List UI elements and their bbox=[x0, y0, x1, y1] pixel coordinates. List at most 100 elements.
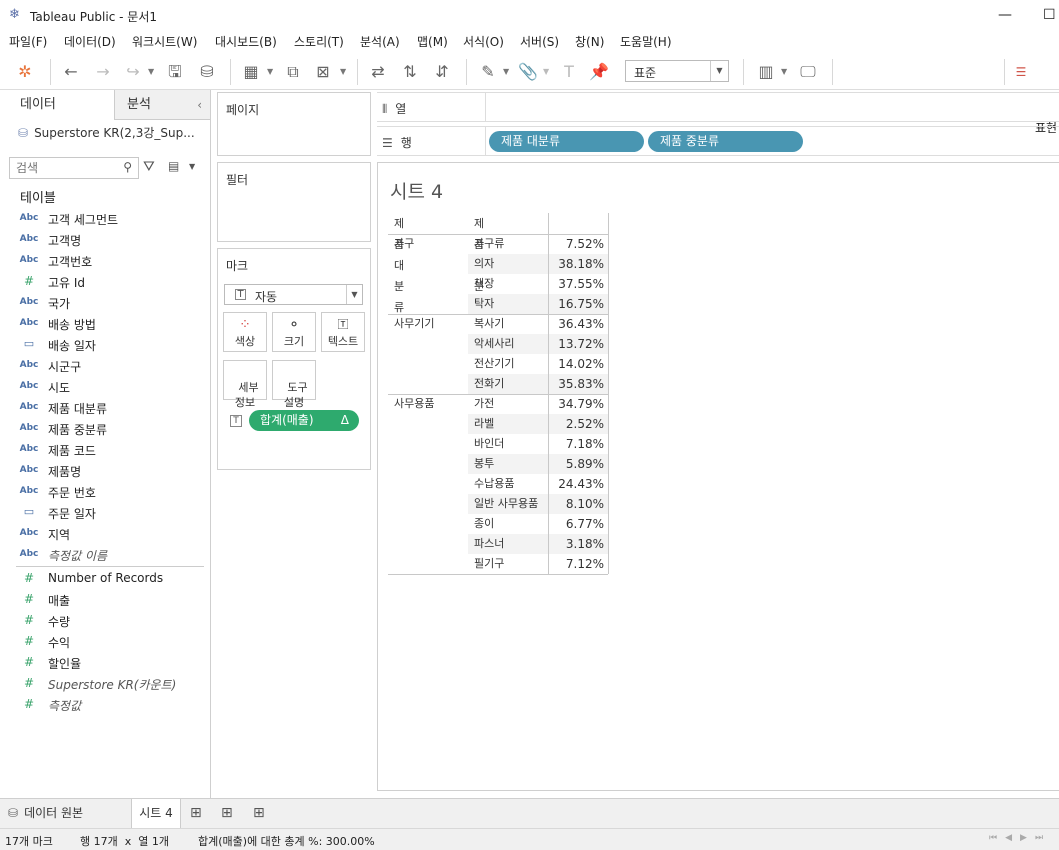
category-label[interactable]: 사무용품 bbox=[394, 394, 468, 414]
subcategory-label[interactable]: 종이 bbox=[468, 514, 548, 534]
clear-sheet-icon[interactable]: ⊠ bbox=[312, 62, 334, 82]
rows-shelf[interactable]: ☰ 행 제품 대분류 제품 중분류 bbox=[377, 126, 1059, 156]
tableau-home-icon[interactable]: ✲ bbox=[14, 62, 36, 82]
dimension-field[interactable]: Abc 제품 중분류 bbox=[16, 419, 206, 440]
sheet-nav-icons[interactable]: ⏮◀▶⏭ bbox=[989, 833, 1051, 843]
subcategory-label[interactable]: 전화기 bbox=[468, 374, 548, 394]
sales-percent-value[interactable]: 24.43% bbox=[548, 474, 608, 494]
category-label[interactable]: 사무기기 bbox=[394, 314, 468, 334]
menu-format[interactable]: 서식(O) bbox=[463, 33, 504, 50]
tab-analysis[interactable]: 분석 ‹ bbox=[114, 90, 210, 120]
highlight-icon[interactable]: ✎ bbox=[477, 62, 499, 82]
sales-percent-value[interactable]: 35.83% bbox=[548, 374, 608, 394]
datasource-item[interactable]: ⛁ Superstore KR(2,3강_Sup... bbox=[18, 124, 195, 141]
measure-field[interactable]: # 할인율 bbox=[16, 653, 206, 674]
measure-field[interactable]: # Number of Records bbox=[16, 569, 206, 590]
size-button[interactable]: ⚬ 크기 bbox=[272, 312, 316, 352]
view-mode-select[interactable]: 표준 ▼ bbox=[625, 60, 729, 82]
new-worksheet-tab-icon[interactable]: ⊞ bbox=[190, 799, 202, 828]
sales-percent-value[interactable]: 5.89% bbox=[548, 454, 608, 474]
sales-percent-value[interactable]: 38.18% bbox=[548, 254, 608, 274]
sales-percent-value[interactable]: 16.75% bbox=[548, 294, 608, 314]
dimension-field[interactable]: Abc 시군구 bbox=[16, 356, 206, 377]
dimension-field[interactable]: Abc 시도 bbox=[16, 377, 206, 398]
dimension-field[interactable]: Abc 제품 대분류 bbox=[16, 398, 206, 419]
sales-percent-value[interactable]: 6.77% bbox=[548, 514, 608, 534]
detail-button[interactable]: 세부 정보 bbox=[223, 360, 267, 409]
presentation-mode-icon[interactable]: 🖵 bbox=[796, 62, 820, 82]
maximize-icon[interactable]: ☐ bbox=[1043, 7, 1056, 23]
dimension-field[interactable]: Abc 지역 bbox=[16, 524, 206, 545]
sales-percent-value[interactable]: 36.43% bbox=[548, 314, 608, 334]
sales-percent-value[interactable]: 2.52% bbox=[548, 414, 608, 434]
tooltip-button[interactable]: 도구 설명 bbox=[272, 360, 316, 409]
swap-rows-columns-icon[interactable]: ⇄ bbox=[367, 62, 389, 82]
subcategory-label[interactable]: 탁자 bbox=[468, 294, 548, 314]
menu-server[interactable]: 서버(S) bbox=[520, 33, 559, 50]
menu-map[interactable]: 맵(M) bbox=[417, 33, 448, 50]
menu-dashboard[interactable]: 대시보드(B) bbox=[215, 33, 277, 50]
sales-percent-value[interactable]: 34.79% bbox=[548, 394, 608, 414]
mark-type-select[interactable]: T 자동 ▼ bbox=[224, 284, 363, 305]
redo-icon[interactable]: → bbox=[92, 62, 114, 82]
view-options-icon[interactable]: ▤ bbox=[168, 159, 179, 173]
group-dropdown-icon[interactable]: ▼ bbox=[543, 62, 549, 82]
new-worksheet-dropdown-icon[interactable]: ▼ bbox=[267, 62, 273, 82]
replay-dropdown-icon[interactable]: ▼ bbox=[148, 62, 154, 82]
dimension-field[interactable]: Abc 고객번호 bbox=[16, 251, 206, 272]
subcategory-label[interactable]: 가구류 bbox=[468, 234, 548, 254]
minimize-icon[interactable]: — bbox=[998, 7, 1012, 23]
menu-help[interactable]: 도움말(H) bbox=[620, 33, 672, 50]
menu-data[interactable]: 데이터(D) bbox=[64, 33, 116, 50]
sum-sales-pill[interactable]: 합계(매출) Δ bbox=[249, 410, 359, 431]
subcategory-label[interactable]: 봉투 bbox=[468, 454, 548, 474]
sales-percent-value[interactable]: 13.72% bbox=[548, 334, 608, 354]
dimension-field[interactable]: Abc 배송 방법 bbox=[16, 314, 206, 335]
pages-card[interactable]: 페이지 bbox=[217, 92, 371, 156]
new-datasource-icon[interactable]: ⛁ bbox=[196, 62, 218, 82]
sales-percent-value[interactable]: 7.18% bbox=[548, 434, 608, 454]
row-pill-subcategory[interactable]: 제품 중분류 bbox=[648, 131, 803, 152]
new-story-tab-icon[interactable]: ⊞ bbox=[253, 799, 265, 828]
field-search[interactable]: ⚲ bbox=[9, 157, 139, 179]
dimension-field[interactable]: Abc 고객 세그먼트 bbox=[16, 209, 206, 230]
measure-field[interactable]: # 수량 bbox=[16, 611, 206, 632]
sales-percent-value[interactable]: 8.10% bbox=[548, 494, 608, 514]
sort-ascending-icon[interactable]: ⇅ bbox=[399, 62, 421, 82]
show-cards-dropdown-icon[interactable]: ▼ bbox=[781, 62, 787, 82]
subcategory-label[interactable]: 복사기 bbox=[468, 314, 548, 334]
new-dashboard-tab-icon[interactable]: ⊞ bbox=[221, 799, 233, 828]
sales-percent-value[interactable]: 7.52% bbox=[548, 234, 608, 254]
dimension-field[interactable]: ▭ 주문 일자 bbox=[16, 503, 206, 524]
dimension-field[interactable]: # 고유 Id bbox=[16, 272, 206, 293]
subcategory-label[interactable]: 가전 bbox=[468, 394, 548, 414]
subcategory-label[interactable]: 필기구 bbox=[468, 554, 548, 574]
measure-field[interactable]: # 매출 bbox=[16, 590, 206, 611]
columns-shelf[interactable]: ⦀ 열 bbox=[377, 92, 1059, 122]
subcategory-label[interactable]: 전산기기 bbox=[468, 354, 548, 374]
menu-window[interactable]: 창(N) bbox=[575, 33, 604, 50]
subcategory-label[interactable]: 파스너 bbox=[468, 534, 548, 554]
new-worksheet-icon[interactable]: ▦ bbox=[240, 62, 262, 82]
show-mark-labels-icon[interactable]: T bbox=[558, 62, 580, 82]
measure-field[interactable]: # 수익 bbox=[16, 632, 206, 653]
tab-sheet-4[interactable]: 시트 4 bbox=[131, 799, 181, 828]
highlight-dropdown-icon[interactable]: ▼ bbox=[503, 62, 509, 82]
dimension-field[interactable]: Abc 제품 코드 bbox=[16, 440, 206, 461]
view-options-dropdown-icon[interactable]: ▼ bbox=[189, 162, 195, 171]
subcategory-label[interactable]: 악세사리 bbox=[468, 334, 548, 354]
dimension-field[interactable]: Abc 국가 bbox=[16, 293, 206, 314]
show-me-icon[interactable]: ☰ bbox=[1013, 62, 1029, 82]
duplicate-sheet-icon[interactable]: ⧉ bbox=[282, 62, 304, 82]
menu-file[interactable]: 파일(F) bbox=[9, 33, 47, 50]
sales-percent-value[interactable]: 3.18% bbox=[548, 534, 608, 554]
subcategory-label[interactable]: 수납용품 bbox=[468, 474, 548, 494]
collapse-pane-icon[interactable]: ‹ bbox=[197, 90, 202, 120]
subcategory-label[interactable]: 라벨 bbox=[468, 414, 548, 434]
label-button[interactable]: 🅃 텍스트 bbox=[321, 312, 365, 352]
filters-card[interactable]: 필터 bbox=[217, 162, 371, 242]
measure-field[interactable]: # 측정값 bbox=[16, 695, 206, 716]
subcategory-label[interactable]: 바인더 bbox=[468, 434, 548, 454]
replay-icon[interactable]: ↪ bbox=[122, 62, 144, 82]
show-cards-icon[interactable]: ▥ bbox=[754, 62, 778, 82]
